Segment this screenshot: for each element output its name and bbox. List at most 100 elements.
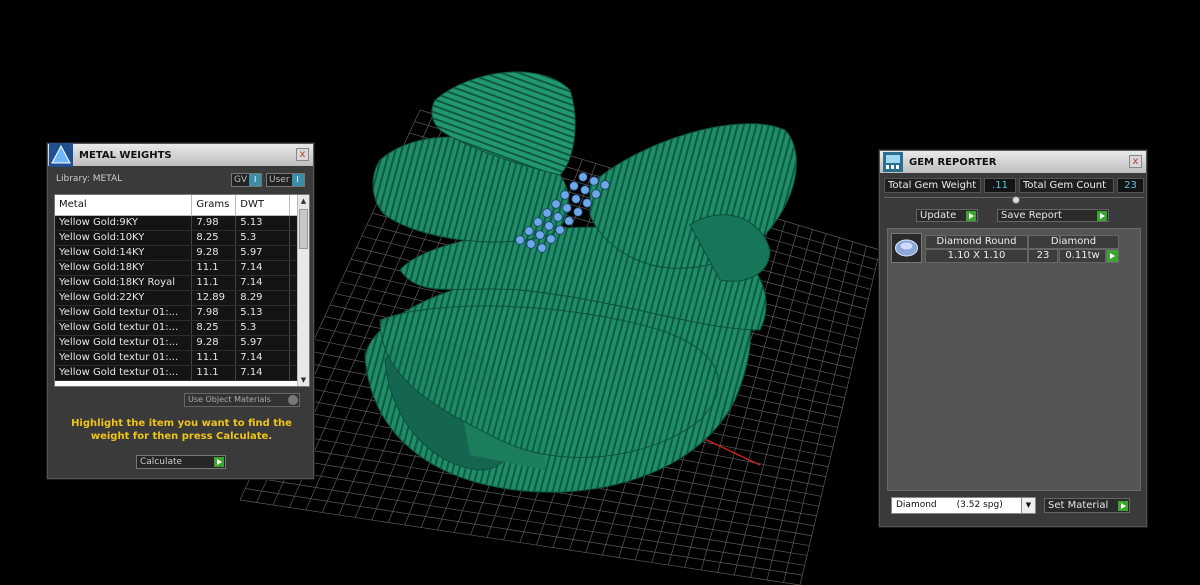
ring-model[interactable] xyxy=(364,71,797,493)
metal-weights-panel: METAL WEIGHTS x Library: METAL GV I User… xyxy=(47,143,314,479)
gem-stone[interactable] xyxy=(524,226,534,236)
user-toggle-label: User xyxy=(269,175,290,185)
gem-stone[interactable] xyxy=(578,172,588,182)
metal-name-cell: Yellow Gold:22KY xyxy=(55,290,193,306)
gem-stone[interactable] xyxy=(553,212,563,222)
gem-stone[interactable] xyxy=(580,185,590,195)
gem-stone[interactable] xyxy=(546,234,556,244)
table-row[interactable]: Yellow Gold:18KY Royal 11.1 7.14 xyxy=(55,275,298,291)
grams-cell: 11.1 xyxy=(191,275,237,291)
use-object-materials-checkbox[interactable]: Use Object Materials xyxy=(184,393,300,407)
gem-stone[interactable] xyxy=(589,176,599,186)
scroll-down-icon[interactable]: ▼ xyxy=(298,374,309,386)
table-row[interactable]: Yellow Gold textur 01:... 7.98 5.13 xyxy=(55,305,298,321)
column-header-dwt[interactable]: DWT xyxy=(235,195,291,216)
dwt-cell: 7.14 xyxy=(235,365,291,381)
table-row[interactable]: Yellow Gold:10KY 8.25 5.3 xyxy=(55,230,298,246)
slider-knob[interactable] xyxy=(1012,196,1020,204)
gem-slider[interactable] xyxy=(884,196,1144,205)
dwt-cell: 7.14 xyxy=(235,260,291,276)
update-label: Update xyxy=(920,210,957,221)
table-row[interactable]: Yellow Gold:18KY 11.1 7.14 xyxy=(55,260,298,276)
gem-stone[interactable] xyxy=(555,225,565,235)
gem-stone[interactable] xyxy=(542,208,552,218)
app-logo-icon xyxy=(49,143,73,167)
scroll-thumb[interactable] xyxy=(299,209,308,249)
gem-stone[interactable] xyxy=(533,217,543,227)
gem-stone[interactable] xyxy=(582,198,592,208)
column-header-grams[interactable]: Grams xyxy=(191,195,237,216)
grams-cell: 9.28 xyxy=(191,245,237,261)
metal-name-cell: Yellow Gold textur 01:... xyxy=(55,320,193,336)
metal-table[interactable]: Metal Grams DWT Yellow Gold:9KY 7.98 5.13 Y… xyxy=(54,194,310,387)
gem-stone[interactable] xyxy=(569,181,579,191)
chevron-down-icon[interactable]: ▼ xyxy=(1021,498,1035,513)
library-row: Library: METAL GV I User I xyxy=(48,166,313,192)
gem-stone[interactable] xyxy=(571,194,581,204)
table-row[interactable]: Yellow Gold:14KY 9.28 5.97 xyxy=(55,245,298,261)
gem-stone[interactable] xyxy=(515,235,525,245)
table-row[interactable]: Yellow Gold textur 01:... 11.1 7.14 xyxy=(55,350,298,366)
play-icon[interactable] xyxy=(214,457,224,467)
table-row[interactable]: Yellow Gold:9KY 7.98 5.13 xyxy=(55,215,298,231)
gem-stone[interactable] xyxy=(600,180,610,190)
metal-name-cell: Yellow Gold:14KY xyxy=(55,245,193,261)
checkbox-icon[interactable] xyxy=(288,395,298,405)
gem-reporter-titlebar[interactable]: GEM REPORTER x xyxy=(880,151,1146,173)
gem-stone[interactable] xyxy=(544,221,554,231)
play-icon[interactable] xyxy=(1118,501,1128,511)
gem-stone[interactable] xyxy=(591,189,601,199)
gem-select-play-icon[interactable] xyxy=(1106,249,1119,263)
grams-cell: 12.89 xyxy=(191,290,237,306)
close-icon[interactable]: x xyxy=(1129,155,1142,168)
calculate-button[interactable]: Calculate xyxy=(136,455,226,469)
scroll-up-icon[interactable]: ▲ xyxy=(298,195,309,207)
metal-table-scrollbar[interactable]: ▲ ▼ xyxy=(297,195,309,386)
play-icon[interactable] xyxy=(966,211,976,221)
table-row[interactable]: Yellow Gold textur 01:... 8.25 5.3 xyxy=(55,320,298,336)
metal-name-cell: Yellow Gold textur 01:... xyxy=(55,350,193,366)
grams-cell: 7.98 xyxy=(191,215,237,231)
table-row[interactable]: Yellow Gold:22KY 12.89 8.29 xyxy=(55,290,298,306)
metal-name-cell: Yellow Gold:18KY xyxy=(55,260,193,276)
grams-cell: 8.25 xyxy=(191,230,237,246)
calculate-label: Calculate xyxy=(140,457,183,467)
play-icon[interactable] xyxy=(1097,211,1107,221)
grams-cell: 11.1 xyxy=(191,260,237,276)
grams-cell: 8.25 xyxy=(191,320,237,336)
gem-stone[interactable] xyxy=(562,203,572,213)
dwt-cell: 5.3 xyxy=(235,320,291,336)
diamond-thumbnail-icon[interactable] xyxy=(891,233,922,263)
gv-toggle[interactable]: GV I xyxy=(231,173,263,187)
metal-weights-titlebar[interactable]: METAL WEIGHTS x xyxy=(48,143,313,167)
gem-stone[interactable] xyxy=(535,230,545,240)
column-header-metal[interactable]: Metal xyxy=(55,195,193,216)
dwt-cell: 8.29 xyxy=(235,290,291,306)
save-report-button[interactable]: Save Report xyxy=(997,209,1109,222)
gem-entry[interactable]: Diamond Round Diamond 1.10 X 1.10 23 0.1… xyxy=(891,233,1139,263)
gem-reporter-title: GEM REPORTER xyxy=(909,156,997,168)
gem-stone[interactable] xyxy=(526,239,536,249)
gem-reporter-logo-icon xyxy=(883,152,903,172)
gem-reporter-panel: GEM REPORTER x Total Gem Weight .11 Tota… xyxy=(879,150,1147,527)
dwt-cell: 5.97 xyxy=(235,335,291,351)
table-row[interactable]: Yellow Gold textur 01:... 9.28 5.97 xyxy=(55,335,298,351)
table-row[interactable]: Yellow Gold textur 01:... 11.1 7.14 xyxy=(55,365,298,381)
gem-stone[interactable] xyxy=(564,216,574,226)
gem-material-select[interactable]: Diamond (3.52 spg) ▼ xyxy=(891,497,1036,514)
gem-stone[interactable] xyxy=(560,190,570,200)
metal-name-cell: Yellow Gold:18KY Royal xyxy=(55,275,193,291)
dwt-cell: 7.14 xyxy=(235,275,291,291)
gem-size: 1.10 X 1.10 xyxy=(925,249,1028,263)
close-icon[interactable]: x xyxy=(296,148,309,161)
set-material-button[interactable]: Set Material xyxy=(1044,498,1130,513)
gem-stone[interactable] xyxy=(537,243,547,253)
dwt-cell: 5.13 xyxy=(235,305,291,321)
grid-line xyxy=(245,488,803,576)
gem-stone[interactable] xyxy=(573,207,583,217)
user-toggle[interactable]: User I xyxy=(266,173,305,187)
update-button[interactable]: Update xyxy=(916,209,978,222)
gem-stone[interactable] xyxy=(551,199,561,209)
gem-material: Diamond xyxy=(1028,235,1119,249)
gem-list-area[interactable]: Diamond Round Diamond 1.10 X 1.10 23 0.1… xyxy=(887,228,1141,491)
